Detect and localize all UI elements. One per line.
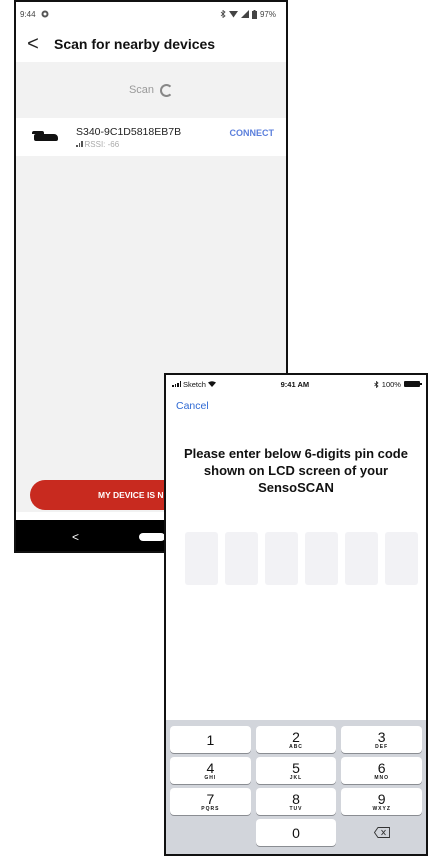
android-status-bar: 9:44 97% xyxy=(16,2,286,26)
pin-instructions-line: Please enter below 6-digits pin code xyxy=(184,446,408,461)
bluetooth-icon xyxy=(220,10,226,18)
scan-button[interactable]: Scan xyxy=(16,62,286,118)
scanner-device-icon xyxy=(32,130,58,141)
numeric-keypad: 1 2 ABC 3 DEF 4 GHI 5 JKL 6 MNO 7 PQRS 8 TUV 9W… xyxy=(166,720,426,854)
pin-digit-field[interactable] xyxy=(345,532,378,585)
wifi-icon xyxy=(207,381,216,387)
status-time: 9:41 AM xyxy=(280,379,310,389)
pin-digit-field[interactable] xyxy=(225,532,258,585)
cancel-button[interactable]: Cancel xyxy=(176,400,209,412)
device-list-item[interactable]: S340-9C1D5818EB7B RSSI: -66 CONNECT xyxy=(16,118,286,156)
back-button[interactable]: < xyxy=(16,34,50,54)
pin-digit-field[interactable] xyxy=(265,532,298,585)
pin-digit-field[interactable] xyxy=(385,532,418,585)
bluetooth-icon xyxy=(374,380,379,388)
key-empty xyxy=(170,819,251,846)
cell-signal-icon xyxy=(172,381,181,387)
battery-percent: 97% xyxy=(259,9,276,19)
key-5[interactable]: 5 JKL xyxy=(255,757,337,784)
pin-instructions: Please enter below 6-digits pin code sho… xyxy=(166,445,426,496)
cell-signal-icon xyxy=(240,10,249,18)
carrier-name: Sketch xyxy=(183,379,206,389)
key-3[interactable]: 3 DEF xyxy=(341,726,423,753)
nav-home-button[interactable] xyxy=(139,532,166,541)
pin-digit-field[interactable] xyxy=(185,532,218,585)
key-7[interactable]: 7 PQRS xyxy=(170,788,251,815)
key-9[interactable]: 9 WXYZ xyxy=(341,788,423,815)
key-2[interactable]: 2 ABC xyxy=(255,726,337,753)
signal-strength-icon xyxy=(76,141,83,147)
battery-icon xyxy=(251,9,257,19)
ios-status-bar: Sketch 9:41 AM 100% xyxy=(166,375,426,393)
pin-code-fields xyxy=(185,532,418,585)
key-6[interactable]: 6 MNO xyxy=(341,757,423,784)
pin-instructions-line: SensoSCAN xyxy=(258,480,334,495)
page-title: Scan for nearby devices xyxy=(54,36,216,52)
scan-label: Scan xyxy=(128,84,155,96)
battery-icon xyxy=(403,381,422,387)
pin-digit-field[interactable] xyxy=(305,532,338,585)
pin-instructions-line: shown on LCD screen of your xyxy=(203,463,389,478)
backspace-icon xyxy=(373,827,390,838)
key-8[interactable]: 8 TUV xyxy=(255,788,337,815)
battery-percent: 100% xyxy=(381,379,401,389)
key-1[interactable]: 1 xyxy=(170,726,251,753)
delete-key[interactable] xyxy=(341,819,422,846)
notification-icon xyxy=(41,10,49,18)
android-app-bar: < Scan for nearby devices xyxy=(16,26,286,62)
connect-button[interactable]: CONNECT xyxy=(230,128,275,138)
nav-back-button[interactable]: < xyxy=(72,530,79,544)
ios-phone-screen: Sketch 9:41 AM 100% Cancel Please enter … xyxy=(164,373,428,856)
wifi-icon xyxy=(228,11,238,18)
device-rssi: RSSI: -66 xyxy=(84,139,120,149)
status-time: 9:44 xyxy=(20,9,36,19)
key-4[interactable]: 4 GHI xyxy=(170,757,251,784)
loading-spinner-icon xyxy=(160,83,174,97)
key-0[interactable]: 0 xyxy=(255,819,337,846)
device-name: S340-9C1D5818EB7B xyxy=(76,125,182,138)
